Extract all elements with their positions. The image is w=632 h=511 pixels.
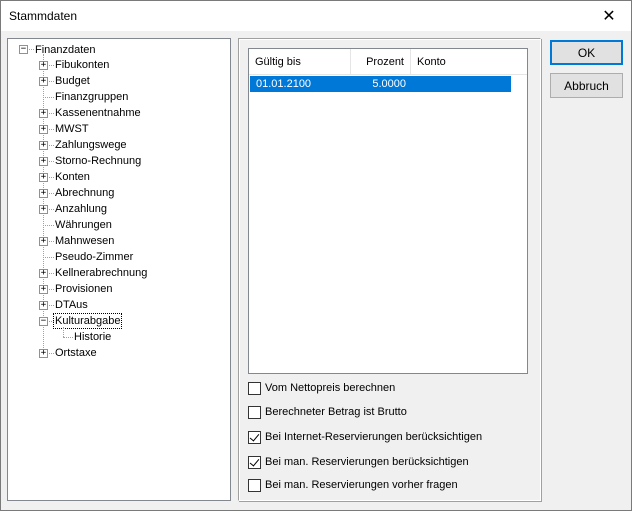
expand-icon[interactable]: +: [39, 157, 48, 166]
tree-connector: [43, 225, 54, 226]
column-header-konto[interactable]: Konto: [411, 49, 511, 75]
table-row[interactable]: 01.01.2100 5.0000: [250, 76, 511, 92]
cell-prozent: 5.0000: [372, 78, 406, 90]
category-tree[interactable]: − Finanzdaten + Fibukonten + Budget Fina…: [7, 38, 231, 501]
tree-item-label[interactable]: Kellnerabrechnung: [54, 265, 148, 281]
expand-icon[interactable]: +: [39, 269, 48, 278]
expand-icon[interactable]: +: [39, 205, 48, 214]
expand-icon[interactable]: +: [39, 349, 48, 358]
option-vom-nettopreis[interactable]: Vom Nettopreis berechnen: [248, 379, 395, 397]
expand-icon[interactable]: +: [39, 141, 48, 150]
cancel-button[interactable]: Abbruch: [550, 73, 623, 98]
cell-gueltig-bis: 01.01.2100: [256, 78, 312, 90]
window-title: Stammdaten: [9, 9, 78, 23]
tree-item-label[interactable]: Budget: [54, 73, 91, 89]
tree-item-label[interactable]: Abrechnung: [54, 185, 115, 201]
tree-item-label[interactable]: Kassenentnahme: [54, 105, 142, 121]
tree-item-label[interactable]: Ortstaxe: [54, 345, 98, 361]
tree-item-label[interactable]: Storno-Rechnung: [54, 153, 142, 169]
expand-icon[interactable]: +: [39, 301, 48, 310]
expand-icon[interactable]: +: [39, 109, 48, 118]
checkbox-checked[interactable]: [248, 430, 261, 444]
checkbox-label[interactable]: Bei man. Reservierungen vorher fragen: [265, 479, 458, 491]
tree-connector: [43, 97, 54, 98]
checkbox-label[interactable]: Vom Nettopreis berechnen: [265, 382, 395, 394]
tree-connector: [63, 337, 73, 338]
checkbox[interactable]: [248, 478, 261, 492]
checkbox-label[interactable]: Bei Internet-Reservierungen berücksichti…: [265, 431, 482, 443]
tree-item-label[interactable]: Mahnwesen: [54, 233, 115, 249]
column-header-gueltig-bis[interactable]: Gültig bis: [249, 49, 351, 75]
tree-connector: [63, 327, 64, 337]
expand-icon[interactable]: +: [39, 237, 48, 246]
checkbox-checked[interactable]: [248, 455, 261, 469]
expand-icon[interactable]: +: [39, 285, 48, 294]
checkbox-label[interactable]: Bei man. Reservierungen berücksichtigen: [265, 456, 469, 468]
checkbox[interactable]: [248, 405, 261, 419]
expand-icon[interactable]: +: [39, 125, 48, 134]
tree-connector: [43, 257, 54, 258]
close-button[interactable]: ✕: [587, 1, 631, 31]
tree-item-label[interactable]: Konten: [54, 169, 91, 185]
tree-item-label[interactable]: Zahlungswege: [54, 137, 128, 153]
option-man-reservierungen[interactable]: Bei man. Reservierungen berücksichtigen: [248, 453, 469, 471]
expand-icon[interactable]: +: [39, 77, 48, 86]
option-internet-reservierungen[interactable]: Bei Internet-Reservierungen berücksichti…: [248, 428, 482, 446]
ok-button[interactable]: OK: [550, 40, 623, 65]
tree-item-label[interactable]: DTAus: [54, 297, 89, 313]
tree-item-label[interactable]: Anzahlung: [54, 201, 108, 217]
rates-grid[interactable]: Gültig bis Prozent Konto 01.01.2100 5.00…: [248, 48, 528, 374]
tree-item-label[interactable]: Historie: [73, 329, 112, 345]
option-brutto[interactable]: Berechneter Betrag ist Brutto: [248, 403, 407, 421]
expand-icon[interactable]: +: [39, 189, 48, 198]
tree-item-label[interactable]: Provisionen: [54, 281, 113, 297]
checkbox-label[interactable]: Berechneter Betrag ist Brutto: [265, 406, 407, 418]
grid-header: Gültig bis Prozent Konto: [249, 49, 527, 75]
tree-item-label[interactable]: Währungen: [54, 217, 113, 233]
title-bar: Stammdaten ✕: [1, 1, 631, 31]
tree-item-label[interactable]: MWST: [54, 121, 90, 137]
expand-icon[interactable]: +: [39, 61, 48, 70]
tree-item-label[interactable]: Pseudo-Zimmer: [54, 249, 134, 265]
option-vorher-fragen[interactable]: Bei man. Reservierungen vorher fragen: [248, 476, 458, 494]
root-collapse-icon[interactable]: −: [19, 45, 28, 54]
checkbox[interactable]: [248, 381, 261, 395]
tree-item-label[interactable]: Fibukonten: [54, 57, 110, 73]
tree-item-label[interactable]: Finanzgruppen: [54, 89, 129, 105]
expand-icon[interactable]: +: [39, 173, 48, 182]
collapse-icon[interactable]: −: [39, 317, 48, 326]
column-header-prozent[interactable]: Prozent: [351, 49, 411, 75]
